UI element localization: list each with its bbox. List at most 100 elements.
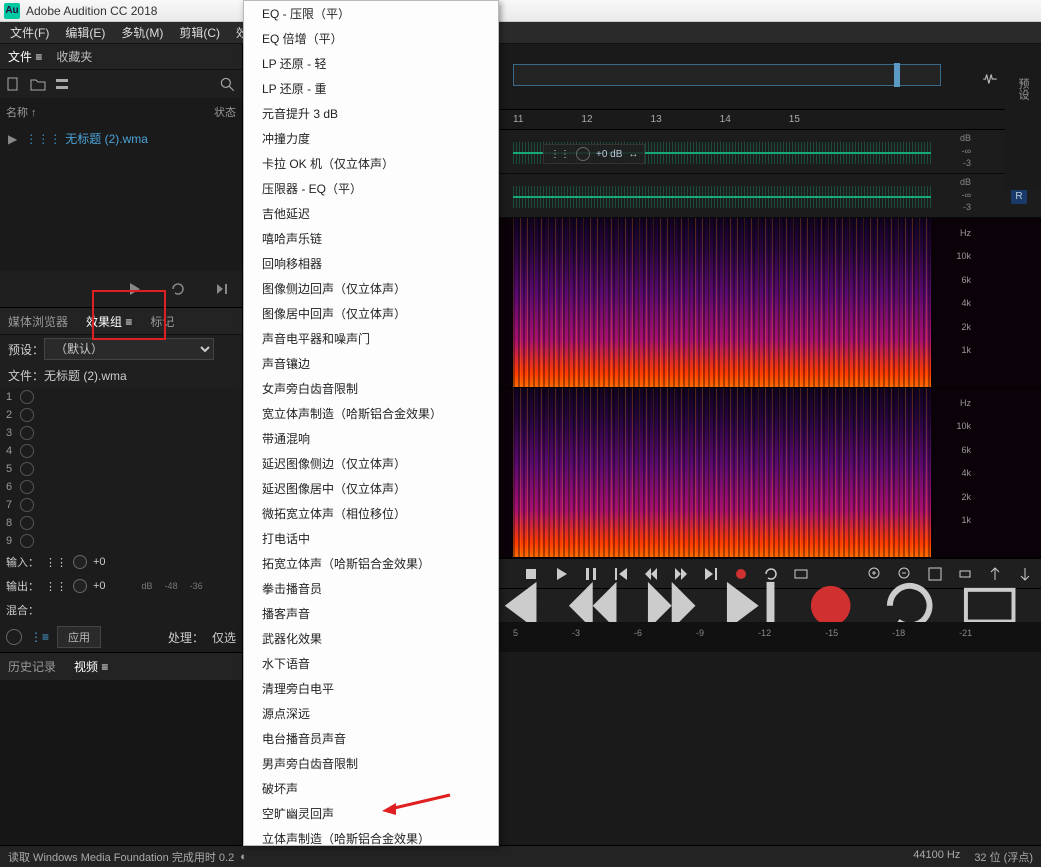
context-menu-item[interactable]: 压限器 - EQ（平）	[244, 176, 498, 201]
context-menu-item[interactable]: 宽立体声制造（哈斯铝合金效果）	[244, 401, 498, 426]
preset-row: 预设： （默认）	[0, 335, 242, 363]
power-icon[interactable]	[20, 390, 34, 404]
context-menu-item[interactable]: 电台播音员声音	[244, 726, 498, 751]
fx-bottom-bar: ⋮≡ 应用 处理： 仅选	[0, 622, 242, 652]
context-menu-item[interactable]: 延迟图像居中（仅立体声）	[244, 476, 498, 501]
collapsed-panel-label: 预设	[1015, 78, 1031, 100]
collapsed-panel[interactable]: 预设	[1005, 70, 1041, 190]
preset-dropdown[interactable]: （默认）	[44, 338, 214, 360]
multitrack-icon[interactable]	[54, 76, 70, 92]
channel-r-badge: R	[1011, 188, 1027, 204]
tab-effects-rack[interactable]: 效果组 ≡	[86, 313, 132, 330]
context-menu-item[interactable]: 嘻哈声乐链	[244, 226, 498, 251]
titlebar: Au Adobe Audition CC 2018	[0, 0, 1041, 22]
power-icon[interactable]	[20, 534, 34, 548]
context-menu-item[interactable]: 打电话中	[244, 526, 498, 551]
search-icon[interactable]	[218, 75, 236, 93]
context-menu-item[interactable]: 立体声制造（哈斯铝合金效果）	[244, 826, 498, 846]
context-menu-item[interactable]: EQ 倍增（平）	[244, 26, 498, 51]
context-menu-item[interactable]: LP 还原 - 轻	[244, 51, 498, 76]
autoplay-icon[interactable]	[214, 281, 230, 297]
context-menu-item[interactable]: 播客声音	[244, 601, 498, 626]
context-menu-item[interactable]: 女声旁白齿音限制	[244, 376, 498, 401]
context-menu-item[interactable]: EQ - 压限（平）	[244, 1, 498, 26]
power-icon[interactable]	[20, 462, 34, 476]
power-icon[interactable]	[20, 498, 34, 512]
skip-end-icon[interactable]	[703, 566, 719, 582]
overview-timeline[interactable]	[513, 64, 941, 86]
process-label: 处理：	[168, 629, 204, 646]
context-menu-item[interactable]: 卡拉 OK 机（仅立体声）	[244, 151, 498, 176]
list-icon[interactable]: ⋮≡	[30, 630, 49, 644]
output-row: 输出：⋮⋮+0 dB-48-36	[0, 574, 242, 598]
col-name[interactable]: 名称 ↑	[6, 104, 37, 120]
preview-controls	[0, 271, 242, 307]
tab-favorites[interactable]: 收藏夹	[56, 48, 92, 65]
menu-file[interactable]: 文件(F)	[2, 24, 57, 41]
hud-volume[interactable]: ⋮⋮+0 dB↔	[543, 144, 645, 164]
file-name: 无标题 (2).wma	[65, 130, 148, 147]
new-file-icon[interactable]	[6, 76, 22, 92]
effect-slot[interactable]: 7	[0, 496, 242, 514]
process-value: 仅选	[212, 629, 236, 646]
overview-thumb[interactable]	[894, 63, 900, 87]
context-menu-item[interactable]: 武器化效果	[244, 626, 498, 651]
output-knob[interactable]	[73, 579, 87, 593]
power-icon[interactable]	[20, 426, 34, 440]
context-menu-item[interactable]: 拳击播音员	[244, 576, 498, 601]
tab-file[interactable]: 文件 ≡	[8, 48, 42, 65]
context-menu-item[interactable]: 带通混响	[244, 426, 498, 451]
context-menu-item[interactable]: 延迟图像侧边（仅立体声）	[244, 451, 498, 476]
power-icon[interactable]	[20, 480, 34, 494]
apply-button[interactable]: 应用	[57, 626, 101, 648]
context-menu-item[interactable]: 男声旁白齿音限制	[244, 751, 498, 776]
context-menu-item[interactable]: 吉他延迟	[244, 201, 498, 226]
open-file-icon[interactable]	[30, 76, 46, 92]
input-knob[interactable]	[73, 555, 87, 569]
loop-icon[interactable]	[170, 281, 186, 297]
context-menu-item[interactable]: 清理旁白电平	[244, 676, 498, 701]
context-menu-item[interactable]: 水下语音	[244, 651, 498, 676]
menu-multitrack[interactable]: 多轨(M)	[113, 24, 171, 41]
rack-power-icon[interactable]	[6, 629, 22, 645]
col-status: 状态	[214, 104, 236, 120]
tab-history[interactable]: 历史记录	[8, 658, 56, 675]
context-menu-item[interactable]: 声音电平器和噪声门	[244, 326, 498, 351]
context-menu-item[interactable]: 源点深远	[244, 701, 498, 726]
menu-edit[interactable]: 编辑(E)	[57, 24, 113, 41]
tab-media-browser[interactable]: 媒体浏览器	[8, 313, 68, 330]
effect-slot[interactable]: 1	[0, 388, 242, 406]
effect-slot[interactable]: 6	[0, 478, 242, 496]
effect-slot[interactable]: 4	[0, 442, 242, 460]
expand-icon[interactable]: ▶	[8, 132, 17, 146]
power-icon[interactable]	[20, 408, 34, 422]
effect-slot[interactable]: 9	[0, 532, 242, 550]
status-sample-rate: 44100 Hz	[913, 849, 960, 865]
power-icon[interactable]	[20, 516, 34, 530]
context-menu-item[interactable]: 微拓宽立体声（相位移位）	[244, 501, 498, 526]
context-menu-item[interactable]: 空旷幽灵回声	[244, 801, 498, 826]
context-menu-item[interactable]: 元音提升 3 dB	[244, 101, 498, 126]
context-menu-item[interactable]: 图像居中回声（仅立体声）	[244, 301, 498, 326]
effect-slot[interactable]: 8	[0, 514, 242, 532]
effect-slot[interactable]: 2	[0, 406, 242, 424]
menu-clip[interactable]: 剪辑(C)	[171, 24, 228, 41]
meter-scale: dB-48-36	[142, 581, 203, 591]
tab-video[interactable]: 视频 ≡	[74, 658, 108, 675]
context-menu-item[interactable]: 回响移相器	[244, 251, 498, 276]
file-list-item[interactable]: ▶ ⋮⋮⋮ 无标题 (2).wma	[0, 126, 242, 151]
context-menu-item[interactable]: 声音镶边	[244, 351, 498, 376]
context-menu-item[interactable]: 拓宽立体声（哈斯铝合金效果）	[244, 551, 498, 576]
context-menu-item[interactable]: LP 还原 - 重	[244, 76, 498, 101]
context-menu-item[interactable]: 图像侧边回声（仅立体声）	[244, 276, 498, 301]
tab-markers[interactable]: 标记	[150, 313, 174, 330]
context-menu-item[interactable]: 破坏声	[244, 776, 498, 801]
power-icon[interactable]	[20, 444, 34, 458]
effect-slot[interactable]: 3	[0, 424, 242, 442]
effect-slot[interactable]: 5	[0, 460, 242, 478]
context-menu-item[interactable]: 冲撞力度	[244, 126, 498, 151]
view-waveform-icon[interactable]	[981, 70, 999, 88]
play-icon[interactable]	[126, 281, 142, 297]
mix-row: 混合：	[0, 598, 242, 622]
status-bar: 读取 Windows Media Foundation 完成用时 0.2 ◐ 4…	[0, 845, 1041, 867]
